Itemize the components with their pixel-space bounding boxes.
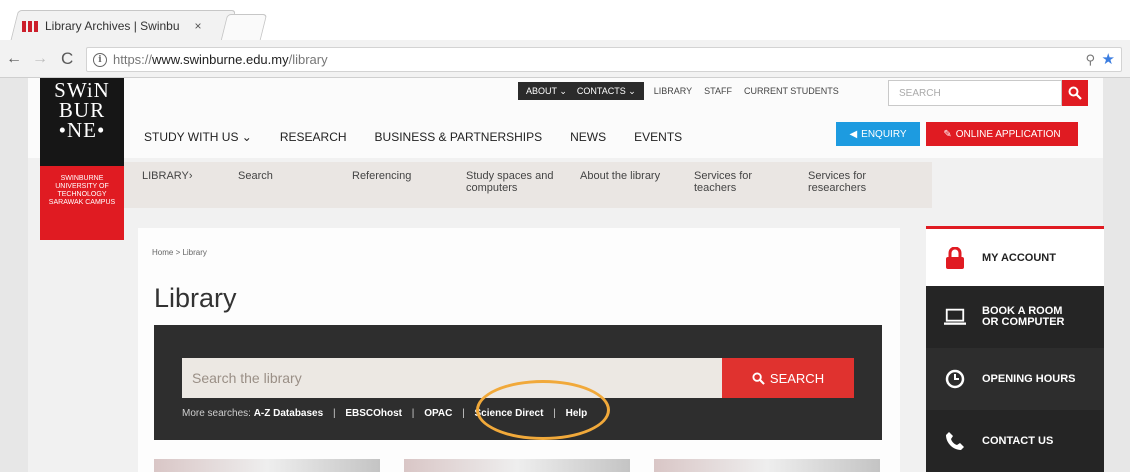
campus-badge-line: Swinburne: [60, 175, 104, 182]
quick-links-sidebar: MY ACCOUNT BOOK A ROOM OR COMPUTER OPENI…: [926, 226, 1104, 472]
book-room-line: OR COMPUTER: [982, 316, 1065, 328]
site-search-input[interactable]: SEARCH: [888, 80, 1062, 106]
bookmark-star-icon[interactable]: ★: [1102, 50, 1115, 68]
separator: |: [411, 408, 415, 419]
nav-study-with-us[interactable]: STUDY WITH US ⌄: [144, 130, 252, 144]
nav-library[interactable]: LIBRARY: [654, 86, 692, 96]
subnav-study-spaces[interactable]: Study spaces and computers: [448, 162, 562, 208]
url-scheme: https://: [113, 52, 153, 67]
campus-badge-line: Technology: [57, 191, 107, 198]
contact-us-link[interactable]: CONTACT US: [926, 410, 1104, 472]
close-tab-icon[interactable]: ×: [195, 19, 202, 33]
nav-about[interactable]: ABOUT ⌄: [526, 86, 567, 97]
browser-window: Library Archives | Swinbu × ← → C i http…: [0, 0, 1130, 472]
link-az-databases[interactable]: A-Z Databases: [254, 408, 323, 419]
lock-icon: [944, 246, 966, 269]
nav-business-partnerships[interactable]: BUSINESS & PARTNERSHIPS: [375, 130, 543, 144]
address-bar[interactable]: i https:// www.swinburne.edu.my /library…: [86, 47, 1122, 72]
back-arrow-icon[interactable]: ←: [6, 49, 22, 69]
web-page: SWiN BUR •NE• Swinburne University of Te…: [0, 78, 1130, 472]
campus-badge-line: University of: [55, 183, 109, 190]
library-search-button-label: SEARCH: [769, 370, 825, 386]
utility-nav-light: LIBRARY STAFF CURRENT STUDENTS: [654, 86, 839, 96]
link-ebscohost[interactable]: EBSCOhost: [345, 408, 402, 419]
pencil-icon: ✎: [943, 128, 952, 140]
utility-nav: ABOUT ⌄ CONTACTS ⌄ LIBRARY STAFF CURRENT…: [518, 82, 839, 100]
reload-icon[interactable]: C: [61, 49, 73, 69]
separator: |: [462, 408, 465, 419]
send-icon: ◀: [849, 128, 858, 140]
nav-research[interactable]: RESEARCH: [280, 130, 347, 144]
tab-strip: Library Archives | Swinbu ×: [0, 0, 1130, 42]
new-tab-button[interactable]: [220, 14, 268, 40]
library-subnav: LIBRARY› Search Referencing Study spaces…: [124, 162, 932, 208]
feature-image[interactable]: [654, 459, 880, 472]
my-account-link[interactable]: MY ACCOUNT: [926, 226, 1104, 286]
my-account-label: MY ACCOUNT: [982, 251, 1056, 264]
subnav-library[interactable]: LIBRARY›: [124, 162, 220, 208]
search-icon: [752, 371, 765, 385]
main-nav: STUDY WITH US ⌄ RESEARCH BUSINESS & PART…: [144, 130, 710, 144]
enquiry-button[interactable]: ◀ ENQUIRY: [836, 122, 920, 146]
campus-badge: Swinburne University of Technology Saraw…: [40, 166, 124, 240]
library-search-input[interactable]: Search the library: [182, 358, 722, 398]
nav-staff[interactable]: STAFF: [704, 86, 732, 96]
online-application-button[interactable]: ✎ ONLINE APPLICATION: [926, 122, 1078, 146]
utility-nav-dark: ABOUT ⌄ CONTACTS ⌄: [518, 82, 644, 100]
forward-arrow-icon[interactable]: →: [32, 49, 48, 69]
nav-current-students[interactable]: CURRENT STUDENTS: [744, 86, 839, 96]
subnav-services-teachers[interactable]: Services for teachers: [676, 162, 790, 208]
swinburne-logo[interactable]: SWiN BUR •NE•: [40, 78, 124, 166]
subnav-search[interactable]: Search: [220, 162, 334, 208]
book-room-label: BOOK A ROOM OR COMPUTER: [982, 306, 1065, 328]
logo-line: SWiN: [54, 78, 110, 102]
more-searches-label: More searches:: [182, 408, 251, 419]
link-opac[interactable]: OPAC: [424, 408, 452, 419]
clock-icon: [944, 368, 966, 390]
campus-badge-line: Sarawak Campus: [48, 199, 116, 206]
nav-news[interactable]: NEWS: [570, 130, 606, 144]
separator: |: [332, 408, 336, 419]
library-search-button[interactable]: SEARCH: [722, 358, 854, 398]
url-host: www.swinburne.edu.my: [152, 52, 289, 67]
contact-us-label: CONTACT US: [982, 435, 1054, 447]
enquiry-label: ENQUIRY: [861, 128, 907, 140]
laptop-icon: [944, 306, 966, 328]
nav-events[interactable]: EVENTS: [634, 130, 682, 144]
search-icon: [1068, 86, 1082, 100]
feature-image[interactable]: [404, 459, 630, 472]
subnav-about-library[interactable]: About the library: [562, 162, 676, 208]
browser-tab-content: Library Archives | Swinbu ×: [22, 15, 202, 37]
subnav-services-researchers[interactable]: Services for researchers: [790, 162, 904, 208]
tab-title: Library Archives | Swinbu: [45, 19, 180, 33]
nav-contacts[interactable]: CONTACTS ⌄: [577, 86, 636, 97]
highlight-annotation-circle: [476, 380, 610, 440]
online-application-label: ONLINE APPLICATION: [955, 128, 1061, 140]
site-info-icon[interactable]: i: [93, 52, 107, 67]
site-favicon-icon: [22, 20, 38, 32]
opening-hours-label: OPENING HOURS: [982, 373, 1076, 385]
zoom-icon[interactable]: ⚲: [1085, 52, 1095, 68]
book-room-link[interactable]: BOOK A ROOM OR COMPUTER: [926, 286, 1104, 348]
feature-image[interactable]: [154, 459, 380, 472]
logo-line: •NE•: [58, 118, 106, 142]
site-search-button[interactable]: [1062, 80, 1088, 106]
opening-hours-link[interactable]: OPENING HOURS: [926, 348, 1104, 410]
page-title: Library: [154, 283, 237, 313]
breadcrumb[interactable]: Home > Library: [152, 248, 207, 257]
browser-toolbar: ← → C i https:// www.swinburne.edu.my /l…: [0, 40, 1130, 78]
phone-icon: [944, 430, 966, 452]
subnav-referencing[interactable]: Referencing: [334, 162, 448, 208]
url-path: /library: [288, 52, 328, 67]
logo-line: BUR: [58, 98, 106, 122]
